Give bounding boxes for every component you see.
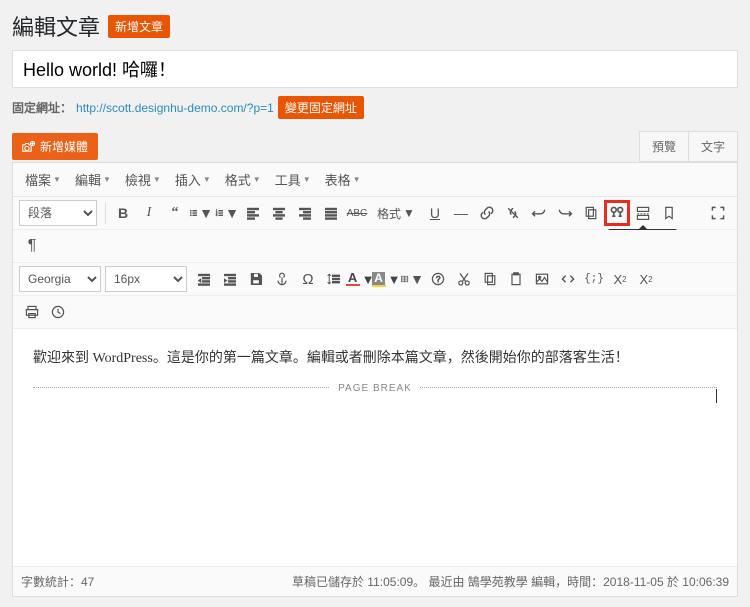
- text-color-button[interactable]: A▼: [347, 266, 373, 292]
- align-center-button[interactable]: [266, 200, 292, 226]
- font-family-select[interactable]: Georgia: [19, 266, 101, 292]
- menu-format[interactable]: 格式▼: [219, 167, 267, 192]
- bookmark-button[interactable]: [656, 200, 682, 226]
- menu-tools[interactable]: 工具▼: [269, 167, 317, 192]
- editor-tabs: 預覽 文字: [639, 131, 738, 162]
- camera-icon: [22, 140, 36, 154]
- image-button[interactable]: [529, 266, 555, 292]
- copy-button[interactable]: [578, 200, 604, 226]
- italic-button[interactable]: I: [136, 200, 162, 226]
- number-list-button[interactable]: 123▼: [214, 200, 240, 226]
- datetime-button[interactable]: [45, 299, 71, 325]
- menubar: 檔案▼ 編輯▼ 檢視▼ 插入▼ 格式▼ 工具▼ 表格▼: [13, 163, 737, 197]
- align-right-button[interactable]: [292, 200, 318, 226]
- bold-button[interactable]: B: [110, 200, 136, 226]
- unlink-button[interactable]: [500, 200, 526, 226]
- outdent-button[interactable]: [191, 266, 217, 292]
- toolbar-row-3: Georgia 16px Ω A▼ A▼ ▼ ? {;} X2 X2: [13, 263, 737, 296]
- underline-button[interactable]: U: [422, 200, 448, 226]
- strike-button[interactable]: ABC: [344, 200, 370, 226]
- paragraph-mark-button[interactable]: ¶: [19, 233, 45, 259]
- toolbar-row-1: 段落 B I “ ▼ 123▼ ABC 格式▼ U — 尋找並取代: [13, 197, 737, 230]
- indent-button[interactable]: [217, 266, 243, 292]
- post-title-input[interactable]: [12, 50, 738, 88]
- status-bar: 字數統計：47 草稿已儲存於 11:05:09。 最近由 鵠學苑教學 編輯，時間…: [13, 566, 737, 596]
- content-paragraph: 歡迎來到 WordPress。這是你的第一篇文章。編輯或者刪除本篇文章，然後開始…: [33, 347, 717, 367]
- superscript-button[interactable]: X2: [633, 266, 659, 292]
- blockquote-button[interactable]: “: [162, 200, 188, 226]
- menu-file[interactable]: 檔案▼: [19, 167, 67, 192]
- align-justify-button[interactable]: [318, 200, 344, 226]
- pagebreak-button[interactable]: [630, 200, 656, 226]
- print-button[interactable]: [19, 299, 45, 325]
- permalink-row: 固定網址： http://scott.designhu-demo.com/?p=…: [12, 96, 738, 119]
- editor-content[interactable]: 歡迎來到 WordPress。這是你的第一篇文章。編輯或者刪除本篇文章，然後開始…: [13, 329, 737, 566]
- permalink-label: 固定網址：: [12, 99, 72, 116]
- source-code-button[interactable]: [555, 266, 581, 292]
- formats-dropdown[interactable]: 格式▼: [370, 200, 422, 226]
- save-button[interactable]: [243, 266, 269, 292]
- save-status: 草稿已儲存於 11:05:09。 最近由 鵠學苑教學 編輯，時間：2018-11…: [292, 573, 729, 590]
- word-count: 字數統計：47: [21, 573, 94, 590]
- special-char-button[interactable]: Ω: [295, 266, 321, 292]
- undo-button[interactable]: [526, 200, 552, 226]
- page-header: 編輯文章 新增文章: [12, 10, 738, 42]
- paragraph-select[interactable]: 段落: [19, 200, 97, 226]
- font-size-select[interactable]: 16px: [105, 266, 187, 292]
- bg-color-button[interactable]: A▼: [373, 266, 399, 292]
- paste-button[interactable]: [503, 266, 529, 292]
- toolbar-row-4: [13, 296, 737, 329]
- svg-text:?: ?: [436, 275, 441, 284]
- editor-container: 檔案▼ 編輯▼ 檢視▼ 插入▼ 格式▼ 工具▼ 表格▼ 段落 B I “ ▼ 1…: [12, 162, 738, 597]
- hr-button[interactable]: —: [448, 200, 474, 226]
- menu-insert[interactable]: 插入▼: [169, 167, 217, 192]
- code-sample-button[interactable]: {;}: [581, 266, 607, 292]
- fullscreen-button[interactable]: [705, 200, 731, 226]
- page-title: 編輯文章: [12, 10, 100, 42]
- cut-button[interactable]: [451, 266, 477, 292]
- line-height-button[interactable]: [321, 266, 347, 292]
- permalink-url[interactable]: http://scott.designhu-demo.com/?p=1: [76, 101, 274, 115]
- menu-edit[interactable]: 編輯▼: [69, 167, 117, 192]
- add-media-button[interactable]: 新增媒體: [12, 133, 98, 160]
- bullet-list-button[interactable]: ▼: [188, 200, 214, 226]
- redo-button[interactable]: [552, 200, 578, 226]
- find-replace-button[interactable]: [604, 200, 630, 226]
- table-button[interactable]: ▼: [399, 266, 425, 292]
- align-left-button[interactable]: [240, 200, 266, 226]
- text-cursor: [716, 389, 717, 403]
- link-button[interactable]: [474, 200, 500, 226]
- anchor-button[interactable]: [269, 266, 295, 292]
- menu-view[interactable]: 檢視▼: [119, 167, 167, 192]
- edit-permalink-button[interactable]: 變更固定網址: [278, 96, 364, 119]
- toolbar-row-2: ¶: [13, 230, 737, 263]
- help-button[interactable]: ?: [425, 266, 451, 292]
- menu-table[interactable]: 表格▼: [319, 167, 367, 192]
- new-post-button[interactable]: 新增文章: [108, 15, 170, 38]
- copy2-button[interactable]: [477, 266, 503, 292]
- subscript-button[interactable]: X2: [607, 266, 633, 292]
- tab-text[interactable]: 文字: [689, 131, 738, 162]
- tab-visual[interactable]: 預覽: [639, 131, 689, 162]
- svg-text:3: 3: [216, 213, 218, 217]
